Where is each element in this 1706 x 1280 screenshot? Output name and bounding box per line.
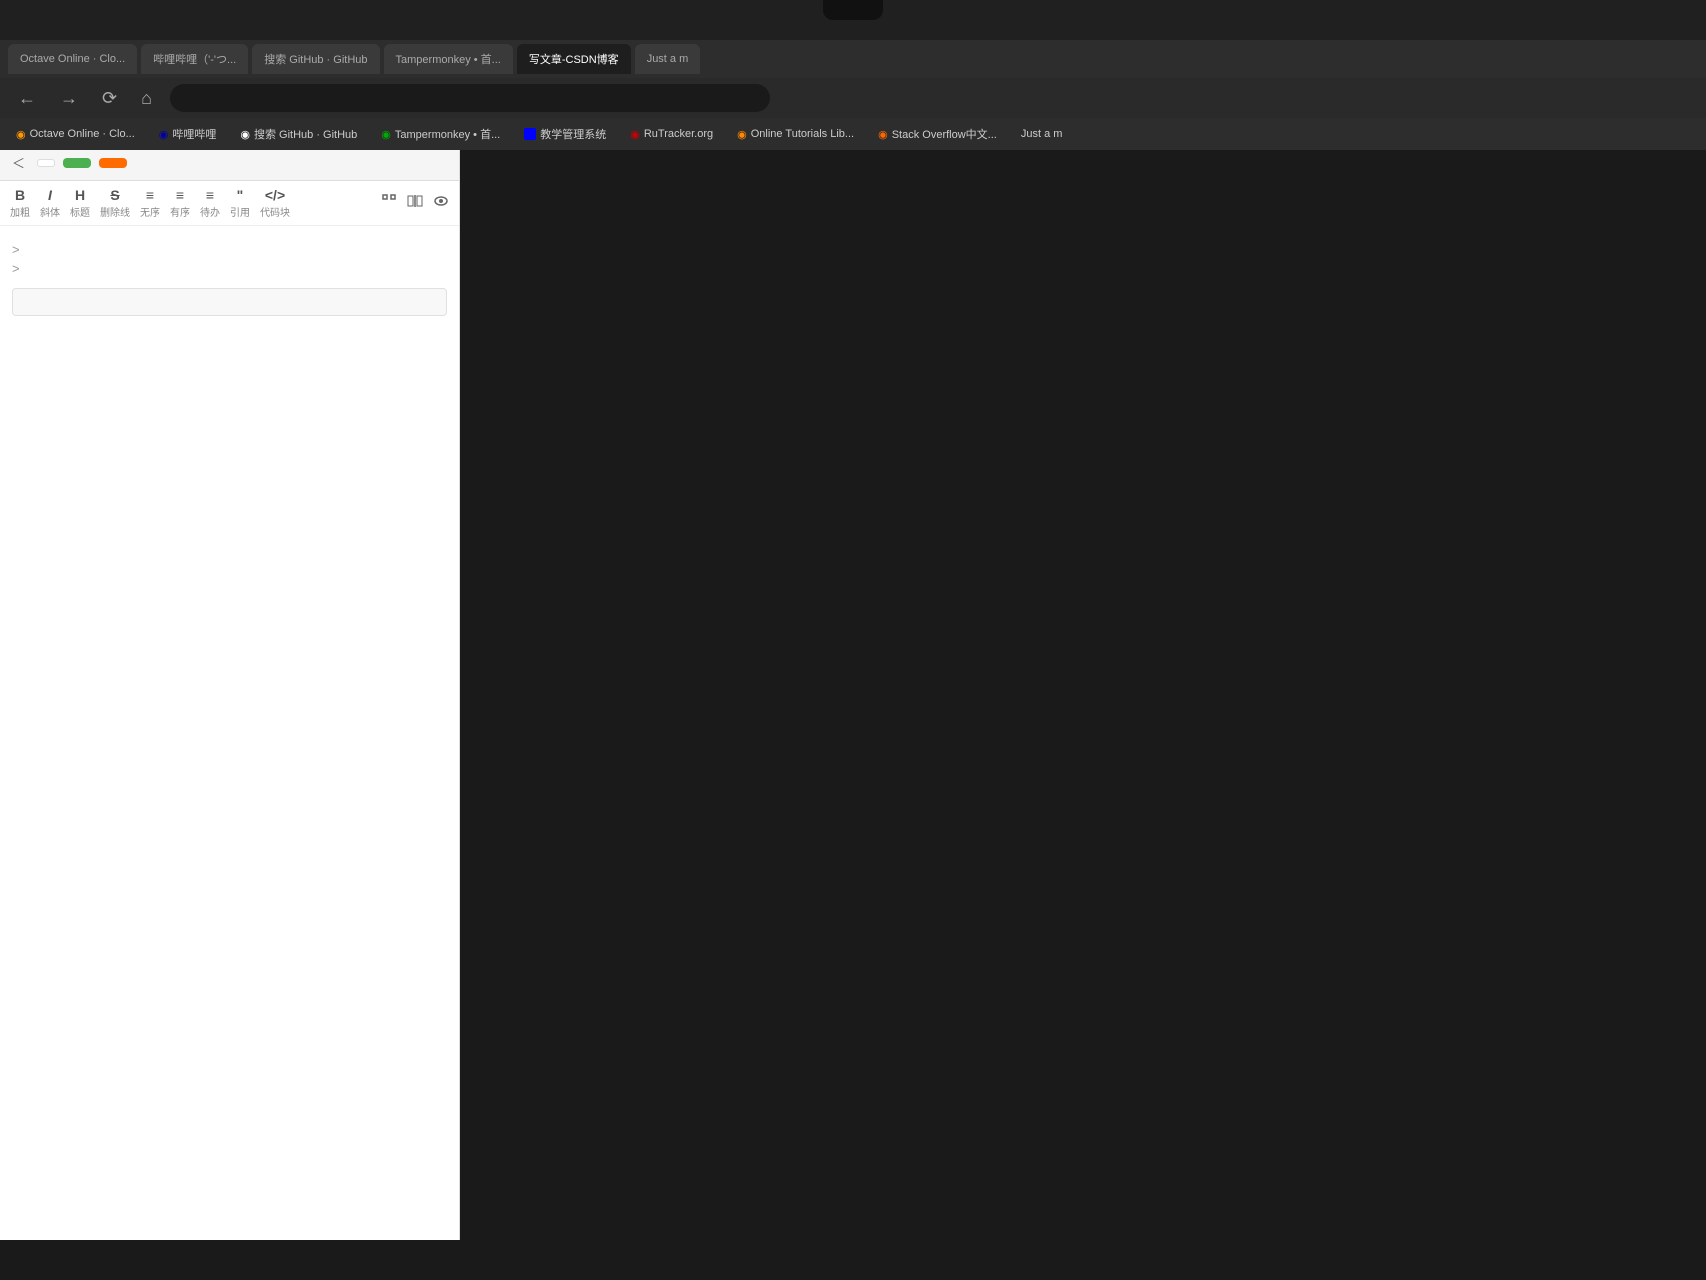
bookmark-tampermonkey[interactable]: ◉ Tampermonkey • 首... [373, 124, 508, 144]
camera-notch [823, 0, 883, 20]
toolbar-heading[interactable]: H 标题 [70, 187, 90, 219]
publish-button[interactable] [99, 158, 127, 168]
bookmark-octave[interactable]: ◉ Octave Online · Clo... [8, 126, 143, 143]
tab-tampermonkey[interactable]: Tampermonkey • 首... [384, 44, 513, 74]
bookmark-github[interactable]: ◉ 搜索 GitHub · GitHub [232, 124, 365, 144]
toolbar-ordered[interactable]: ≡ 有序 [170, 187, 190, 219]
tab-bilibili[interactable]: 哔哩哔哩（'-'つ... [141, 44, 248, 74]
editor-toolbar: B 加粗 I 斜体 H 标题 S 删除线 ≡ 无序 ≡ 有序 [0, 181, 459, 226]
home-button[interactable]: ⌂ [135, 86, 158, 111]
back-button[interactable]: ← [12, 86, 42, 111]
forward-button[interactable]: → [54, 86, 84, 111]
article-counter [37, 159, 55, 167]
toolbar-todo[interactable]: ≡ 待办 [200, 187, 220, 219]
code-block [12, 288, 447, 316]
bookmark-jxgl[interactable]: 教学管理系统 [516, 124, 614, 144]
toolbar-bold[interactable]: B 加粗 [10, 187, 30, 219]
save-draft-button[interactable] [63, 158, 91, 168]
toolbar-italic[interactable]: I 斜体 [40, 187, 60, 219]
browser-chrome: Octave Online · Clo... 哔哩哔哩（'-'つ... 搜索 G… [0, 0, 1706, 145]
toolbar-eye[interactable] [433, 193, 449, 214]
editor-header: ＜ [0, 145, 459, 181]
bookmark-stackoverflow[interactable]: ◉ Stack Overflow中文... [870, 124, 1005, 144]
tab-octave[interactable]: Octave Online · Clo... [8, 44, 137, 74]
url-box[interactable] [170, 84, 770, 112]
tab-csdn[interactable]: 写文章-CSDN博客 [517, 44, 631, 74]
bookmark-rutracker[interactable]: ◉ RuTracker.org [622, 126, 721, 143]
tab-more[interactable]: Just a m [635, 44, 701, 74]
collapse-input[interactable] [12, 242, 447, 257]
editor-panel: ＜ B 加粗 I 斜体 H 标题 [0, 145, 460, 1240]
back-to-articles[interactable]: ＜ [12, 153, 29, 172]
bookmark-justa[interactable]: Just a m [1013, 126, 1071, 142]
toolbar-unordered[interactable]: ≡ 无序 [140, 187, 160, 219]
address-bar: ← → ⟳ ⌂ [0, 78, 1706, 118]
bookmarks-bar: ◉ Octave Online · Clo... ◉ 哔哩哔哩 ◉ 搜索 Git… [0, 118, 1706, 150]
toolbar-fullscreen[interactable] [381, 193, 397, 214]
toolbar-code[interactable]: </> 代码块 [260, 187, 290, 219]
toolbar-split[interactable] [407, 193, 423, 214]
toolbar-quote[interactable]: " 引用 [230, 187, 250, 219]
editor-content[interactable] [0, 226, 459, 1240]
bookmark-tutorials[interactable]: ◉ Online Tutorials Lib... [729, 126, 862, 143]
bookmark-bilibili[interactable]: ◉ 哔哩哔哩 [151, 124, 225, 144]
refresh-button[interactable]: ⟳ [96, 86, 123, 111]
main-area: ＜ B 加粗 I 斜体 H 标题 [0, 145, 1706, 1240]
tab-github[interactable]: 搜索 GitHub · GitHub [252, 44, 379, 74]
tab-bar: Octave Online · Clo... 哔哩哔哩（'-'つ... 搜索 G… [0, 40, 1706, 78]
collapse-clear[interactable] [12, 261, 447, 276]
toolbar-strikethrough[interactable]: S 删除线 [100, 187, 130, 219]
